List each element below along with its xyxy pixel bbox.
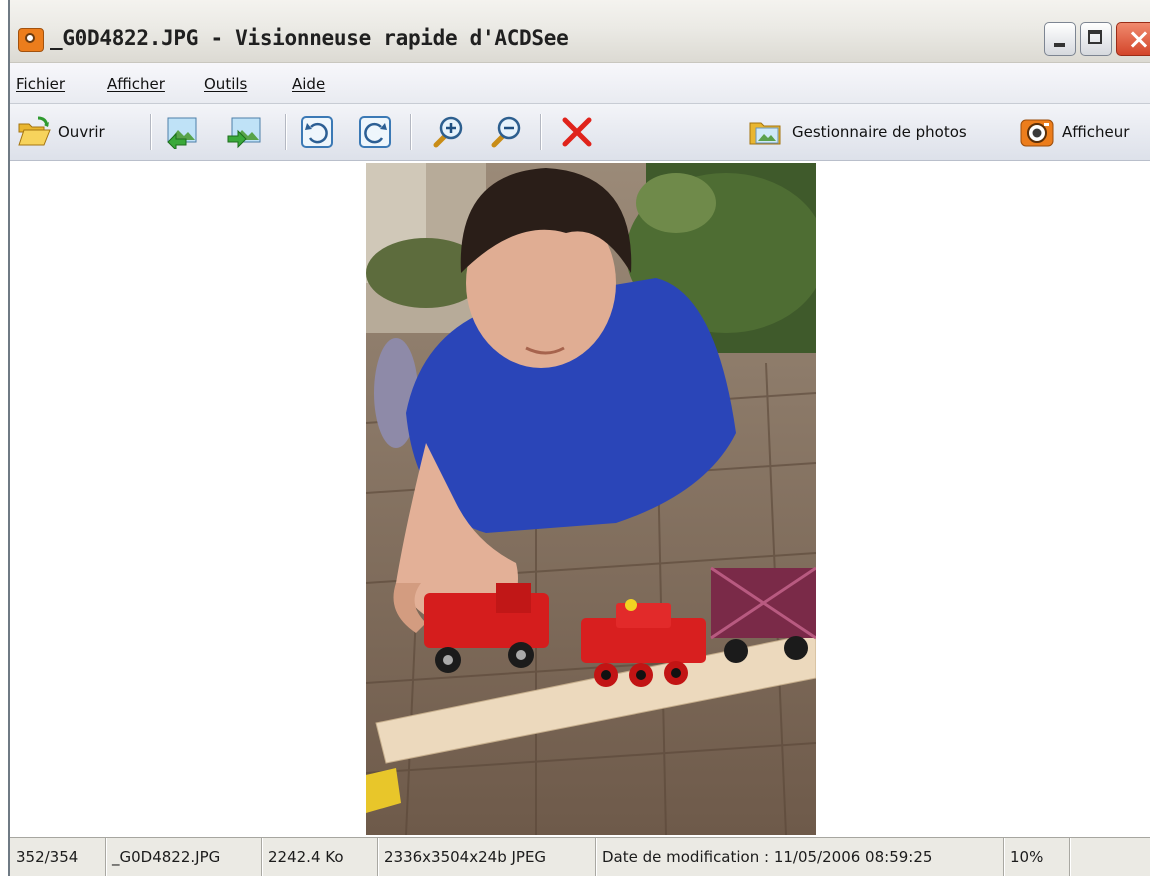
- minimize-button[interactable]: [1044, 22, 1076, 56]
- close-button[interactable]: [1116, 22, 1150, 56]
- viewer-button[interactable]: Afficheur: [1018, 114, 1129, 150]
- photo-manager-label: Gestionnaire de photos: [792, 123, 967, 141]
- delete-button[interactable]: [560, 114, 594, 150]
- status-bar: 352/354 _G0D4822.JPG 2242.4 Ko 2336x3504…: [10, 837, 1150, 876]
- open-folder-icon: [18, 116, 51, 146]
- rotate-right-button[interactable]: [358, 114, 392, 150]
- zoom-in-button[interactable]: [430, 114, 466, 150]
- window-title: _G0D4822.JPG - Visionneuse rapide d'ACDS…: [50, 26, 569, 50]
- rotate-left-icon: [301, 116, 333, 148]
- viewer-window: _G0D4822.JPG - Visionneuse rapide d'ACDS…: [8, 0, 1150, 876]
- rotate-right-icon: [359, 116, 391, 148]
- next-image-button[interactable]: [226, 114, 264, 150]
- rotate-left-button[interactable]: [300, 114, 334, 150]
- status-zoom: 10%: [1004, 838, 1070, 876]
- acdsee-app-icon[interactable]: [18, 28, 44, 52]
- delete-x-icon: [562, 117, 592, 147]
- menu-bar: Fichier Afficher Outils Aide: [10, 63, 1150, 104]
- open-button[interactable]: Ouvrir: [16, 114, 105, 150]
- maximize-button[interactable]: [1080, 22, 1112, 56]
- displayed-photo[interactable]: [366, 163, 816, 835]
- menu-fichier[interactable]: Fichier: [16, 75, 65, 93]
- toolbar-separator: [285, 114, 286, 150]
- photo-manager-icon: [749, 122, 781, 145]
- status-filename: _G0D4822.JPG: [106, 838, 262, 876]
- zoom-out-button[interactable]: [488, 114, 524, 150]
- menu-aide[interactable]: Aide: [292, 75, 325, 93]
- toolbar-separator: [150, 114, 151, 150]
- status-image-position: 352/354: [10, 838, 106, 876]
- toolbar-separator: [540, 114, 541, 150]
- title-bar[interactable]: _G0D4822.JPG - Visionneuse rapide d'ACDS…: [10, 0, 1150, 63]
- open-button-label: Ouvrir: [58, 123, 105, 141]
- photo-manager-button[interactable]: Gestionnaire de photos: [748, 114, 967, 150]
- previous-image-button[interactable]: [166, 114, 204, 150]
- zoom-out-icon: [491, 116, 521, 148]
- photo-image: [366, 163, 816, 835]
- image-viewport[interactable]: [10, 161, 1150, 837]
- camera-icon: [1020, 119, 1054, 147]
- zoom-in-icon: [433, 116, 463, 148]
- status-modified-date: Date de modification : 11/05/2006 08:59:…: [596, 838, 1004, 876]
- viewer-label: Afficheur: [1062, 123, 1130, 141]
- toolbar: Ouvrir Gestionnaire de photos Afficheur: [10, 104, 1150, 161]
- menu-outils[interactable]: Outils: [204, 75, 247, 93]
- previous-image-icon: [167, 117, 197, 149]
- toolbar-separator: [410, 114, 411, 150]
- status-filesize: 2242.4 Ko: [262, 838, 378, 876]
- next-image-icon: [227, 117, 261, 149]
- menu-afficher[interactable]: Afficher: [107, 75, 165, 93]
- status-dimensions: 2336x3504x24b JPEG: [378, 838, 596, 876]
